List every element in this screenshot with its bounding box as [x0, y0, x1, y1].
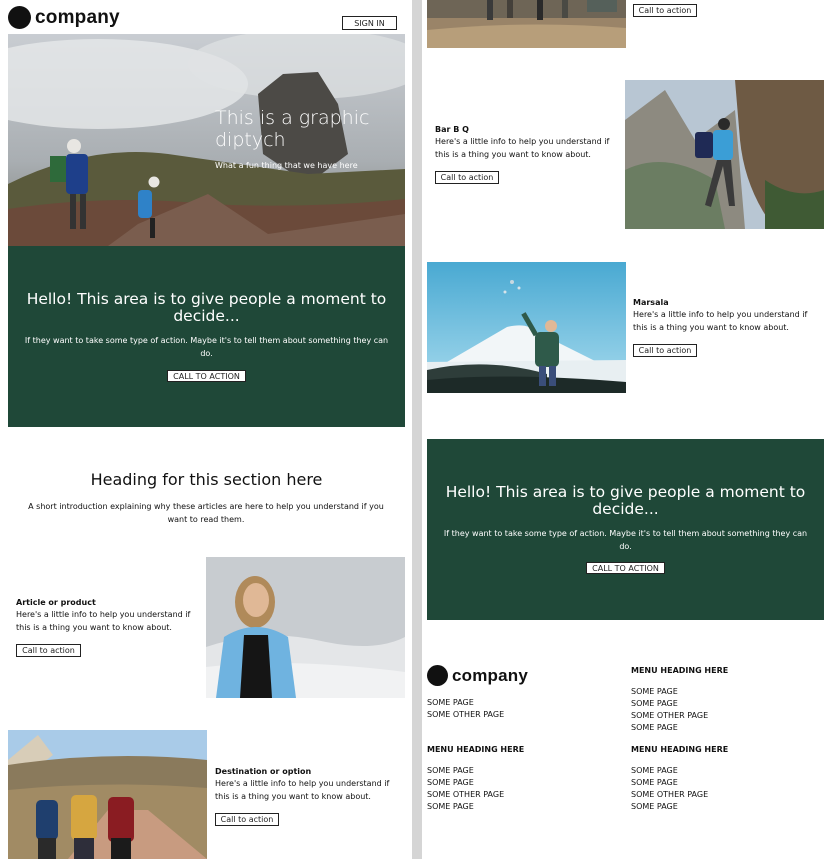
- footer-main-links: SOME PAGE SOME OTHER PAGE: [427, 697, 504, 721]
- card-destination: Destination or option Here's a little in…: [215, 767, 395, 803]
- cta-banner-text: If they want to take some type of action…: [24, 336, 389, 358]
- hero-subtitle: What a fun thing that we have here: [215, 161, 358, 170]
- climber-image: [625, 80, 824, 229]
- cta-banner: Hello! This area is to give people a mom…: [8, 246, 405, 427]
- footer-link[interactable]: SOME PAGE: [631, 777, 728, 789]
- footer-link[interactable]: SOME OTHER PAGE: [427, 709, 504, 721]
- mountain-throw-photo: [427, 262, 626, 393]
- cta-banner-heading: Hello! This area is to give people a mom…: [26, 290, 387, 325]
- footer-link[interactable]: SOME PAGE: [427, 765, 524, 777]
- footer-link[interactable]: SOME PAGE: [427, 777, 524, 789]
- footer-menu-heading: MENU HEADING HERE: [427, 745, 525, 754]
- footer-link[interactable]: SOME PAGE: [631, 765, 728, 777]
- footer-link[interactable]: SOME PAGE: [631, 686, 728, 698]
- man-snow-mountain-image: [427, 262, 626, 393]
- logo-circle-icon: [8, 6, 31, 29]
- card-title: Bar B Q: [435, 125, 469, 134]
- cta-banner-heading: Hello! This area is to give people a mom…: [445, 483, 806, 518]
- brand-name: company: [35, 6, 120, 28]
- footer-link[interactable]: SOME PAGE: [631, 722, 728, 734]
- page-top-panel: company SIGN IN This is a graphic diptyc…: [0, 0, 412, 859]
- cta-banner-secondary: Hello! This area is to give people a mom…: [427, 439, 824, 620]
- footer-brand-logo[interactable]: company: [427, 665, 528, 686]
- footer-menu: MENU HEADING HERE SOME PAGE SOME PAGE SO…: [631, 744, 728, 813]
- footer-menu: MENU HEADING HERE SOME PAGE SOME PAGE SO…: [631, 665, 728, 734]
- footer-menu-heading: MENU HEADING HERE: [631, 666, 729, 675]
- cta-banner-text: If they want to take some type of action…: [443, 529, 808, 551]
- group-feet-image: [427, 0, 626, 48]
- women-walking-photo: [8, 730, 207, 859]
- brand-name: company: [452, 665, 529, 685]
- card-body: Here's a little info to help you underst…: [16, 610, 191, 632]
- footer-link[interactable]: SOME OTHER PAGE: [427, 789, 524, 801]
- card-body: Here's a little info to help you underst…: [215, 779, 390, 801]
- footer-link[interactable]: SOME PAGE: [631, 801, 728, 813]
- hero-image: This is a graphic diptych What a fun thi…: [8, 34, 405, 246]
- section-intro: A short introduction explaining why thes…: [28, 502, 384, 524]
- footer-link[interactable]: SOME PAGE: [631, 698, 728, 710]
- card-marsala: Marsala Here's a little info to help you…: [633, 298, 813, 334]
- footer-menu-heading: MENU HEADING HERE: [631, 745, 729, 754]
- footer-link[interactable]: SOME OTHER PAGE: [631, 789, 728, 801]
- card-body: Here's a little info to help you underst…: [633, 310, 808, 332]
- card-marsala-cta-button[interactable]: Call to action: [633, 344, 697, 357]
- card-title: Marsala: [633, 298, 669, 307]
- card-bbq: Bar B Q Here's a little info to help you…: [435, 125, 615, 161]
- partial-card-cta-button[interactable]: Call to action: [633, 4, 697, 17]
- section-heading: Heading for this section here: [90, 470, 323, 489]
- page-bottom-panel: Call to action Bar B Q Here's a little i…: [422, 0, 833, 859]
- brand-logo[interactable]: company: [8, 6, 120, 29]
- sign-in-button[interactable]: SIGN IN: [342, 16, 397, 30]
- partial-group-photo: [427, 0, 626, 48]
- footer-menu: MENU HEADING HERE SOME PAGE SOME PAGE SO…: [427, 744, 524, 813]
- woman-snow-image: [206, 557, 405, 698]
- footer-link[interactable]: SOME OTHER PAGE: [631, 710, 728, 722]
- climber-photo: [625, 80, 824, 229]
- card-bbq-cta-button[interactable]: Call to action: [435, 171, 499, 184]
- card-article: Article or product Here's a little info …: [16, 598, 196, 634]
- card-title: Destination or option: [215, 767, 312, 776]
- logo-circle-icon: [427, 665, 448, 686]
- card-body: Here's a little info to help you underst…: [435, 137, 610, 159]
- woman-snow-photo: [206, 557, 405, 698]
- footer-link[interactable]: SOME PAGE: [427, 801, 524, 813]
- card-title: Article or product: [16, 598, 96, 607]
- footer-link[interactable]: SOME PAGE: [427, 697, 504, 709]
- hero-title: This is a graphic diptych: [215, 107, 370, 151]
- women-walking-image: [8, 730, 207, 859]
- cta-banner-button[interactable]: CALL TO ACTION: [167, 370, 246, 382]
- card-destination-cta-button[interactable]: Call to action: [215, 813, 279, 826]
- cta-banner-button[interactable]: CALL TO ACTION: [586, 562, 665, 574]
- card-article-cta-button[interactable]: Call to action: [16, 644, 81, 657]
